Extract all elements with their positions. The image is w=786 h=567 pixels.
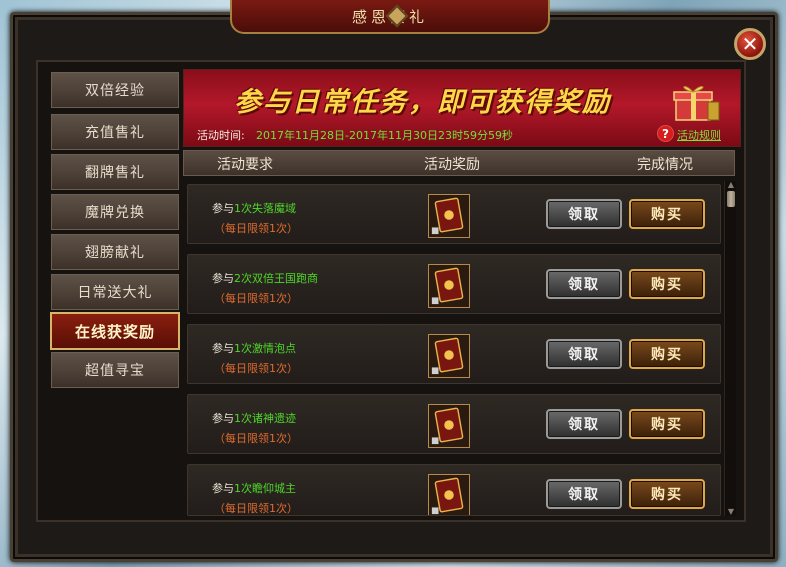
banner-headline: 参与日常任务，即可获得奖励	[234, 87, 611, 118]
row-requirement: 参与1次激情泡点	[212, 342, 296, 355]
help-icon[interactable]: ?	[657, 125, 674, 142]
close-icon: ✕	[741, 32, 759, 56]
scroll-thumb[interactable]	[727, 191, 735, 207]
reward-card-icon[interactable]	[428, 264, 470, 308]
row-requirement: 参与1次瞻仰城主	[212, 482, 296, 495]
row-daily-limit: （每日限领1次）	[214, 292, 298, 305]
table-row: 参与1次激情泡点 （每日限领1次） 领取 购买	[187, 324, 721, 384]
sidebar-item-label: 翅膀献礼	[85, 245, 145, 261]
sidebar-item-treasure-hunt[interactable]: 超值寻宝	[51, 352, 179, 388]
reward-card-icon[interactable]	[428, 194, 470, 238]
buy-button[interactable]: 购买	[629, 409, 705, 439]
claim-button[interactable]: 领取	[546, 269, 622, 299]
event-time-value: 2017年11月28日-2017年11月30日23时59分59秒	[256, 129, 513, 142]
reward-card-icon[interactable]	[428, 334, 470, 378]
buy-button[interactable]: 购买	[629, 339, 705, 369]
reward-card-icon[interactable]	[428, 474, 470, 516]
header-reward: 活动奖励	[424, 157, 480, 173]
buy-button[interactable]: 购买	[629, 479, 705, 509]
sidebar-item-online-reward[interactable]: 在线获奖励	[50, 312, 180, 350]
sidebar-item-label: 日常送大礼	[77, 285, 153, 301]
claim-button[interactable]: 领取	[546, 339, 622, 369]
row-requirement: 参与1次失落魔域	[212, 202, 296, 215]
sidebar-item-flip-card[interactable]: 翻牌售礼	[51, 154, 179, 190]
scroll-up-icon[interactable]: ▲	[726, 181, 736, 189]
sidebar-item-wings[interactable]: 翅膀献礼	[51, 234, 179, 270]
sidebar-item-label: 充值售礼	[85, 125, 145, 141]
reward-card-icon[interactable]	[428, 404, 470, 448]
claim-button[interactable]: 领取	[546, 199, 622, 229]
header-status: 完成情况	[637, 157, 693, 173]
table-header: 活动要求 活动奖励 完成情况	[183, 150, 735, 176]
sidebar-item-label: 双倍经验	[85, 83, 145, 99]
table-row: 参与1次瞻仰城主 （每日限领1次） 领取 购买	[187, 464, 721, 516]
row-daily-limit: （每日限领1次）	[214, 432, 298, 445]
sidebar-item-magic-card[interactable]: 魔牌兑换	[51, 194, 179, 230]
row-daily-limit: （每日限领1次）	[214, 502, 298, 515]
scrollbar[interactable]: ▲ ▼	[724, 181, 736, 516]
event-time-label: 活动时间:	[197, 129, 245, 142]
event-banner: 参与日常任务，即可获得奖励 活动时间: 2017年11月28日-2017年11月…	[183, 69, 741, 147]
sidebar-item-label: 超值寻宝	[85, 363, 145, 379]
claim-button[interactable]: 领取	[546, 409, 622, 439]
claim-button[interactable]: 领取	[546, 479, 622, 509]
sidebar-item-double-exp[interactable]: 双倍经验	[51, 72, 179, 108]
table-row: 参与2次双倍王国跑商 （每日限领1次） 领取 购买	[187, 254, 721, 314]
scroll-down-icon[interactable]: ▼	[726, 508, 736, 516]
table-row: 参与1次失落魔域 （每日限领1次） 领取 购买	[187, 184, 721, 244]
header-requirement: 活动要求	[217, 157, 273, 173]
row-daily-limit: （每日限领1次）	[214, 362, 298, 375]
event-rules-link[interactable]: 活动规则	[677, 127, 721, 143]
close-button[interactable]: ✕	[734, 28, 766, 60]
buy-button[interactable]: 购买	[629, 199, 705, 229]
row-requirement: 参与1次诸神遗迹	[212, 412, 296, 425]
sidebar-item-daily-gift[interactable]: 日常送大礼	[51, 274, 179, 310]
sidebar-item-label: 翻牌售礼	[85, 165, 145, 181]
row-requirement: 参与2次双倍王国跑商	[212, 272, 318, 285]
gift-box-icon	[673, 86, 720, 121]
sidebar-item-label: 在线获奖励	[74, 322, 155, 341]
table-row: 参与1次诸神遗迹 （每日限领1次） 领取 购买	[187, 394, 721, 454]
sidebar-item-label: 魔牌兑换	[85, 205, 145, 221]
row-daily-limit: （每日限领1次）	[214, 222, 298, 235]
sidebar-item-recharge-gift[interactable]: 充值售礼	[51, 114, 179, 150]
buy-button[interactable]: 购买	[629, 269, 705, 299]
